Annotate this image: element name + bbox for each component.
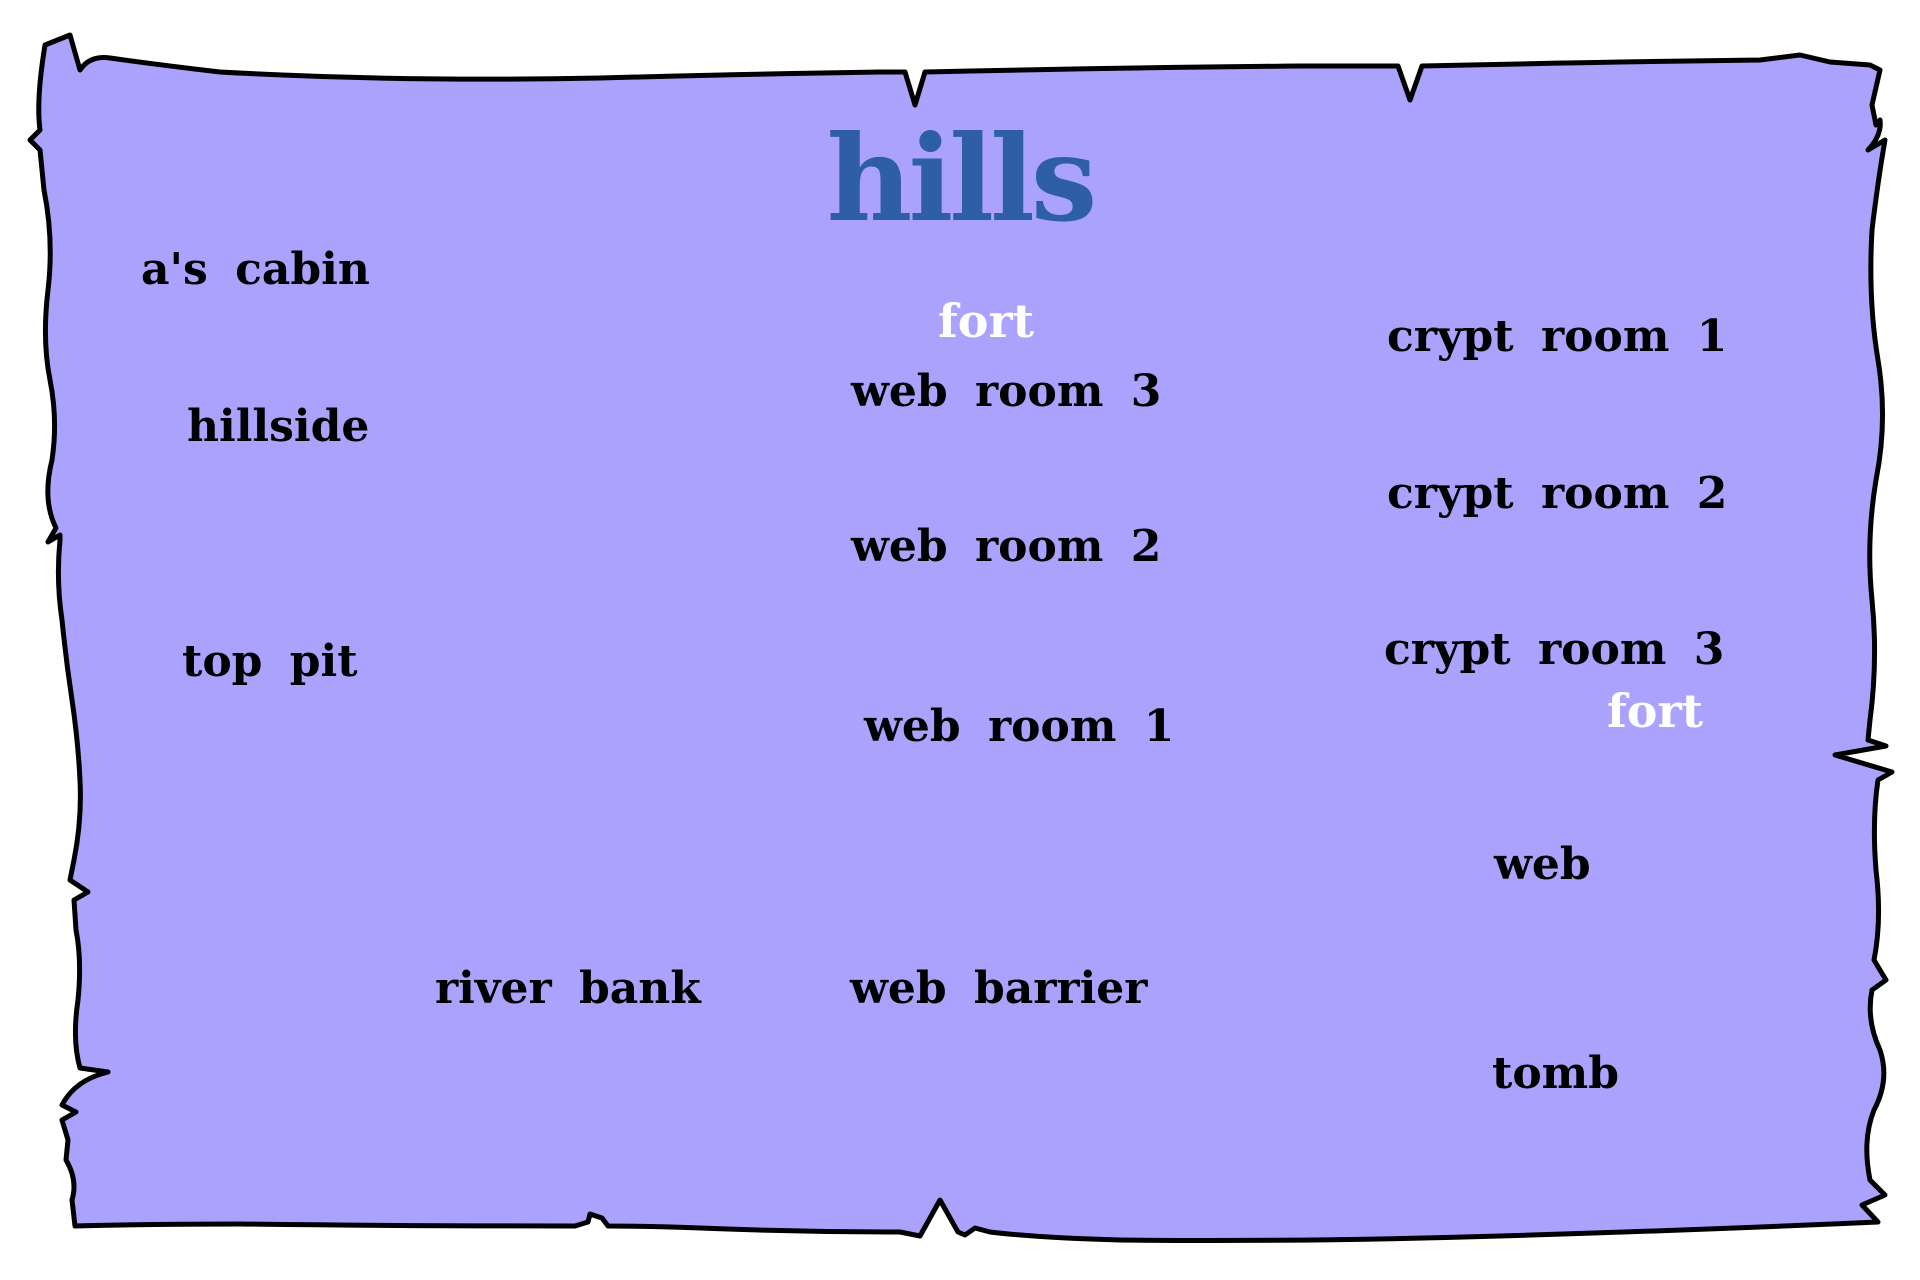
location-crypt-room-3[interactable]: crypt room 3 bbox=[1384, 628, 1724, 672]
location-web-room-3[interactable]: web room 3 bbox=[851, 370, 1161, 414]
location-hillside[interactable]: hillside bbox=[187, 405, 369, 449]
map-title: hills bbox=[826, 109, 1098, 248]
location-fort-right[interactable]: fort bbox=[1607, 688, 1703, 734]
location-river-bank[interactable]: river bank bbox=[435, 967, 701, 1011]
location-web-room-2[interactable]: web room 2 bbox=[851, 525, 1161, 569]
location-crypt-room-1[interactable]: crypt room 1 bbox=[1387, 315, 1727, 359]
location-web-room-1[interactable]: web room 1 bbox=[864, 705, 1174, 749]
location-web[interactable]: web bbox=[1494, 843, 1591, 887]
location-as-cabin[interactable]: a's cabin bbox=[141, 248, 370, 292]
location-top-pit[interactable]: top pit bbox=[182, 640, 358, 684]
location-web-barrier[interactable]: web barrier bbox=[850, 967, 1147, 1011]
location-fort-top[interactable]: fort bbox=[938, 298, 1034, 344]
location-crypt-room-2[interactable]: crypt room 2 bbox=[1387, 472, 1727, 516]
location-tomb[interactable]: tomb bbox=[1492, 1052, 1619, 1096]
